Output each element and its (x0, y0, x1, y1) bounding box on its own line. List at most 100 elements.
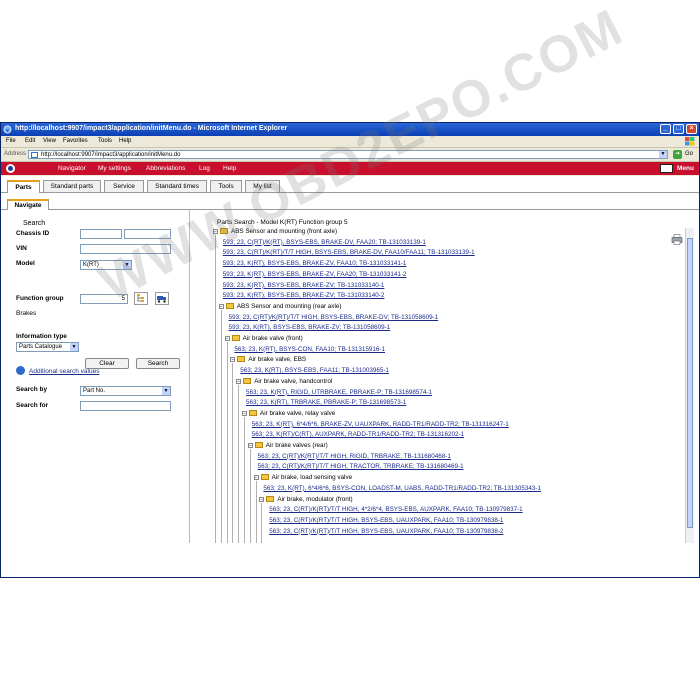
menu-tools[interactable]: Tools (98, 138, 112, 144)
collapse-icon[interactable]: − (230, 357, 236, 363)
collapse-icon[interactable]: − (224, 336, 230, 342)
tree-node-label: 563; 23, C(RT)/K(RT)/T/T HIGH, BSYS-EBS,… (269, 527, 504, 535)
tree-folder[interactable]: − ABS Sensor and mounting (front axle) (213, 228, 337, 236)
folder-icon (231, 335, 240, 341)
chevron-down-icon: ▼ (162, 387, 170, 395)
tree-folder[interactable]: − Air brake valve, relay valve (242, 409, 335, 418)
tab-standard-times[interactable]: Standard times (147, 180, 207, 192)
information-type-label: Information type (16, 333, 67, 340)
vertical-scrollbar[interactable] (685, 228, 694, 543)
tree-folder[interactable]: − Air brake valve (front) (224, 335, 303, 343)
home-icon[interactable] (6, 164, 15, 173)
information-type-select[interactable]: Parts Catalogue ▼ (16, 342, 79, 352)
tree-node-label: Air brake valve, handcontrol (254, 377, 333, 385)
tree-folder[interactable]: − Air brake valve, EBS (230, 356, 306, 364)
tree-guide-line (261, 502, 263, 543)
menu-view[interactable]: View (43, 138, 56, 144)
tab-navigate[interactable]: Navigate (7, 199, 49, 210)
tree-part-link[interactable]: 593; 23, C(RT)/K(RT)/T/T HIGH, BSYS-EBS,… (229, 314, 439, 322)
collapse-icon[interactable]: − (259, 496, 265, 502)
go-button[interactable]: Go (685, 151, 693, 157)
close-button[interactable]: × (686, 124, 697, 134)
tab-standard-parts[interactable]: Standard parts (43, 180, 101, 192)
tree-node-label: Air brake, load sensing valve (271, 474, 353, 482)
maximize-button[interactable]: □ (673, 124, 684, 134)
tree-part-link[interactable]: 593; 23, K(RT), BSYS-EBS, BRAKE-ZV; TB-1… (223, 292, 385, 300)
pane-divider[interactable] (189, 210, 190, 543)
tree-folder[interactable]: − Air brake, load sensing valve (253, 474, 353, 482)
tree-part-link[interactable]: 563; 23, K(RT), 6*4/6*6, BRAKE-ZV, UAUXP… (252, 421, 509, 429)
search-for-input[interactable] (80, 401, 171, 411)
nav-abbreviations[interactable]: Abbreviations (146, 165, 185, 172)
tree-part-link[interactable]: 593; 23, K(RT), BSYS-EBS, BRAKE-ZV; TB-1… (229, 324, 391, 332)
chassis-id-input-2[interactable] (124, 229, 171, 239)
address-input[interactable]: http://localhost:9907/impact3/applicatio… (28, 150, 668, 159)
tab-parts[interactable]: Parts (7, 180, 40, 193)
tree-part-link[interactable]: 563; 23, K(RT), 6*4/6*6, BSYS-CON, LOADS… (263, 485, 541, 493)
tree-part-link[interactable]: 593; 23, C(RT)/K(RT)/T/T HIGH, BSYS-EBS,… (223, 249, 475, 257)
tree-folder[interactable]: − Air brake valves (rear) (247, 442, 328, 450)
folder-icon (237, 356, 246, 363)
function-group-input[interactable]: 5 (80, 294, 128, 304)
menu-file[interactable]: File (6, 138, 16, 144)
browser-window: e http://localhost:9907/impact3/applicat… (0, 122, 700, 578)
tab-my-list[interactable]: My list (245, 180, 280, 192)
vin-input[interactable] (80, 244, 171, 254)
tree-part-link[interactable]: 563; 23, C(RT)/K(RT)/T/T HIGH, TRACTOR, … (258, 463, 464, 471)
collapse-icon[interactable]: − (218, 303, 224, 309)
sub-tabs: Navigate (1, 193, 699, 210)
app-menu-button[interactable]: Menu (677, 165, 694, 172)
tree-part-link[interactable]: 593; 23, K(RT), BSYS-EBS, BRAKE-ZV; TB-1… (223, 282, 385, 290)
menu-favorites[interactable]: Favorites (63, 138, 88, 144)
additional-search-link[interactable]: Additional search values (29, 368, 99, 375)
tree-part-link[interactable]: 593; 23, K(RT), BSYS-EBS, BRAKE-ZV, FAA2… (223, 271, 407, 279)
chevron-down-icon: ▼ (70, 343, 78, 351)
nav-log[interactable]: Log (199, 165, 210, 172)
tree-part-link[interactable]: 563; 23, C(RT)/K(RT)/T/T HIGH, BSYS-EBS,… (269, 528, 503, 536)
tree-guide-line (232, 363, 234, 543)
search-by-value: Part No. (83, 388, 106, 394)
tree-folder[interactable]: − Air brake valve, handcontrol (236, 377, 333, 386)
address-dropdown-icon[interactable]: ▼ (659, 151, 667, 158)
collapse-icon[interactable]: − (253, 475, 259, 481)
tab-tools[interactable]: Tools (210, 180, 242, 192)
nav-my-settings[interactable]: My settings (98, 165, 131, 172)
tree-folder[interactable]: − ABS Sensor and mounting (rear axle) (218, 302, 341, 311)
scrollbar-thumb[interactable] (687, 238, 693, 528)
search-button[interactable]: Search (136, 358, 180, 369)
collapse-icon[interactable]: − (236, 378, 242, 384)
nav-help[interactable]: Help (223, 165, 236, 172)
chassis-id-input-1[interactable] (80, 229, 122, 239)
tree-part-link[interactable]: 593; 23, C(RT)/K(RT), BSYS-EBS, BRAKE-DV… (223, 239, 426, 247)
results-panel: Parts Search - Model K(RT) Function grou… (191, 210, 691, 543)
tree-part-link[interactable]: 563; 23, K(RT), BSYS-EBS, FAA11; TB-1310… (240, 367, 389, 375)
model-select[interactable]: K(RT) ▼ (80, 260, 132, 270)
collapse-icon[interactable]: − (213, 229, 218, 235)
tree-folder[interactable]: − Air brake, modulator (front) (259, 495, 353, 504)
tree-part-link[interactable]: 563; 23, C(RT)/K(RT)/T/T HIGH, RIGID, TR… (258, 453, 451, 461)
tree-part-link[interactable]: 593; 23, K(RT), BSYS-EBS, BRAKE-ZV, FAA1… (223, 260, 407, 268)
function-group-tree-icon[interactable] (134, 292, 148, 305)
tree-part-link[interactable]: 563; 23, K(RT), RIGID, UTRBRAKE, PBRAKE-… (246, 389, 432, 397)
additional-search-icon[interactable] (16, 366, 25, 375)
address-bar: Address http://localhost:9907/impact3/ap… (1, 148, 699, 162)
tree-part-link[interactable]: 563; 23, K(RT), BSYS-CON, FAA10; TB-1313… (234, 346, 385, 354)
tree-part-link[interactable]: 563; 23, C(RT)/K(RT)/T/T HIGH, BSYS-EBS,… (269, 517, 503, 525)
folder-icon (249, 409, 257, 416)
truck-icon[interactable] (155, 292, 169, 305)
go-arrow-icon[interactable]: ➜ (673, 150, 682, 159)
tree-part-link[interactable]: 563; 23, K(RT)/C(RT), AUXPARK, RADD-TR1/… (252, 431, 464, 439)
menu-help[interactable]: Help (119, 138, 131, 144)
menu-edit[interactable]: Edit (25, 138, 35, 144)
search-by-select[interactable]: Part No. ▼ (80, 386, 171, 396)
tree-part-link[interactable]: 563; 23, K(RT), TRBRAKE, PBRAKE-P; TB-13… (246, 399, 406, 407)
tree-part-link[interactable]: 563; 23, C(RT)/K(RT)/T/T HIGH, 4*2/6*4, … (269, 506, 523, 514)
collapse-icon[interactable]: − (242, 410, 247, 416)
collapse-icon[interactable]: − (247, 443, 253, 449)
nav-navigator[interactable]: Navigator (58, 165, 86, 172)
function-group-name: Brakes (16, 310, 37, 317)
minimize-button[interactable]: _ (660, 124, 671, 134)
tab-service[interactable]: Service (104, 180, 144, 192)
tree-node-label: 563; 23, K(RT), 6*4/6*6, BSYS-CON, LOADS… (263, 484, 542, 492)
tree-guide-line (238, 384, 240, 543)
